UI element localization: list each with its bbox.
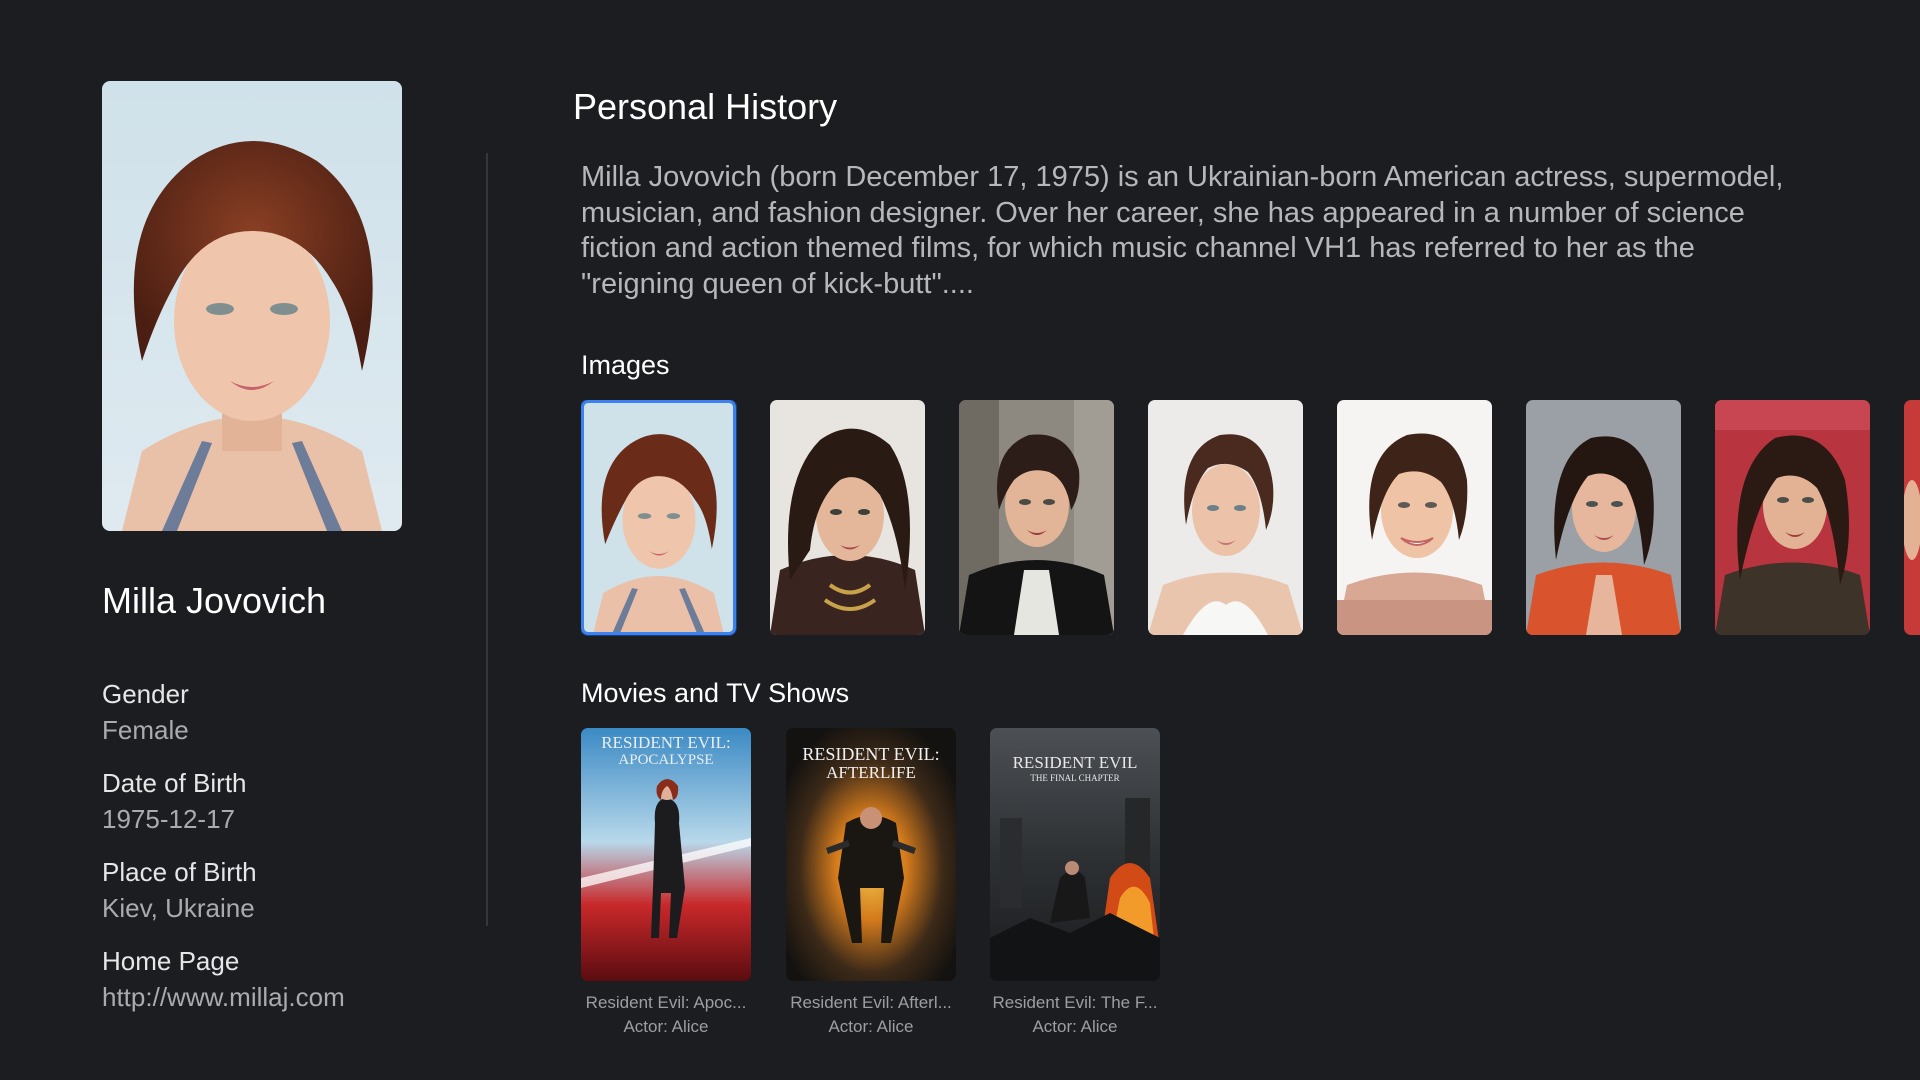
movie-title: Resident Evil: The F... — [992, 993, 1158, 1012]
portrait-image — [102, 81, 402, 531]
image-thumbnail[interactable] — [1715, 400, 1870, 635]
images-row-label: Images — [581, 350, 670, 380]
fact-label: Gender — [102, 679, 189, 709]
movie-card[interactable]: RESIDENT EVIL: APOCALYPSE Resident Evil:… — [581, 728, 751, 1039]
poster-image: RESIDENT EVIL: APOCALYPSE — [581, 728, 751, 981]
photo-thumbnail-image — [1904, 400, 1920, 635]
movie-role: Actor: Alice — [828, 1017, 914, 1036]
fact-value: 1975-12-17 — [102, 804, 235, 834]
fact-label: Date of Birth — [102, 768, 247, 798]
fact-value: Female — [102, 715, 189, 745]
movie-card[interactable]: RESIDENT EVIL: AFTERLIFE Resident Evil: … — [786, 728, 956, 1039]
home-page-link[interactable]: http://www.millaj.com — [102, 979, 462, 1015]
image-thumbnail[interactable] — [959, 400, 1114, 635]
movie-title: Resident Evil: Afterl... — [790, 993, 952, 1012]
image-thumbnail[interactable] — [1337, 400, 1492, 635]
person-facts: Gender Female Date of Birth 1975-12-17 P… — [102, 676, 462, 1032]
movie-card[interactable]: RESIDENT EVIL THE FINAL CHAPTER Resident… — [990, 728, 1160, 1039]
image-thumbnail[interactable] — [1904, 400, 1920, 635]
biography-text: Milla Jovovich (born December 17, 1975) … — [581, 161, 1784, 300]
movie-role: Actor: Alice — [1032, 1017, 1118, 1036]
photo-thumbnail-image — [584, 403, 733, 632]
fact-place-of-birth: Place of Birth Kiev, Ukraine — [102, 854, 462, 943]
poster-image: RESIDENT EVIL: AFTERLIFE — [786, 728, 956, 981]
fact-value: Kiev, Ukraine — [102, 893, 255, 923]
image-thumbnail[interactable] — [581, 400, 736, 635]
person-name: Milla Jovovich — [102, 580, 327, 621]
fact-label: Place of Birth — [102, 857, 257, 887]
movie-role: Actor: Alice — [623, 1017, 709, 1036]
photo-thumbnail-image — [1715, 400, 1870, 635]
poster-subtitle-text: THE FINAL CHAPTER — [1030, 773, 1119, 783]
poster-title-text: RESIDENT EVIL: — [802, 744, 939, 764]
profile-photo — [102, 81, 402, 531]
poster-image: RESIDENT EVIL THE FINAL CHAPTER — [990, 728, 1160, 981]
poster-title-text: RESIDENT EVIL — [1013, 753, 1138, 772]
column-divider — [486, 153, 488, 926]
movie-title: Resident Evil: Apoc... — [585, 993, 747, 1012]
personal-history-title: Personal History — [573, 86, 838, 127]
photo-thumbnail-image — [1337, 400, 1492, 635]
photo-thumbnail-image — [770, 400, 925, 635]
movie-poster: RESIDENT EVIL: APOCALYPSE — [581, 728, 751, 981]
fact-label: Home Page — [102, 946, 240, 976]
movie-poster: RESIDENT EVIL THE FINAL CHAPTER — [990, 728, 1160, 981]
poster-subtitle-text: APOCALYPSE — [618, 752, 713, 768]
photo-thumbnail-image — [1148, 400, 1303, 635]
image-thumbnail[interactable] — [1148, 400, 1303, 635]
photo-thumbnail-image — [1526, 400, 1681, 635]
image-thumbnail[interactable] — [1526, 400, 1681, 635]
movie-poster: RESIDENT EVIL: AFTERLIFE — [786, 728, 956, 981]
photo-thumbnail-image — [959, 400, 1114, 635]
movies-row-label: Movies and TV Shows — [581, 678, 850, 708]
images-row[interactable] — [581, 400, 1920, 636]
person-detail-screen: Milla Jovovich Gender Female Date of Bir… — [0, 0, 1920, 1080]
poster-subtitle-text: AFTERLIFE — [826, 763, 916, 782]
poster-title-text: RESIDENT EVIL: — [601, 733, 731, 752]
fact-gender: Gender Female — [102, 676, 462, 765]
fact-home-page: Home Page http://www.millaj.com — [102, 943, 462, 1032]
fact-date-of-birth: Date of Birth 1975-12-17 — [102, 765, 462, 854]
image-thumbnail[interactable] — [770, 400, 925, 635]
